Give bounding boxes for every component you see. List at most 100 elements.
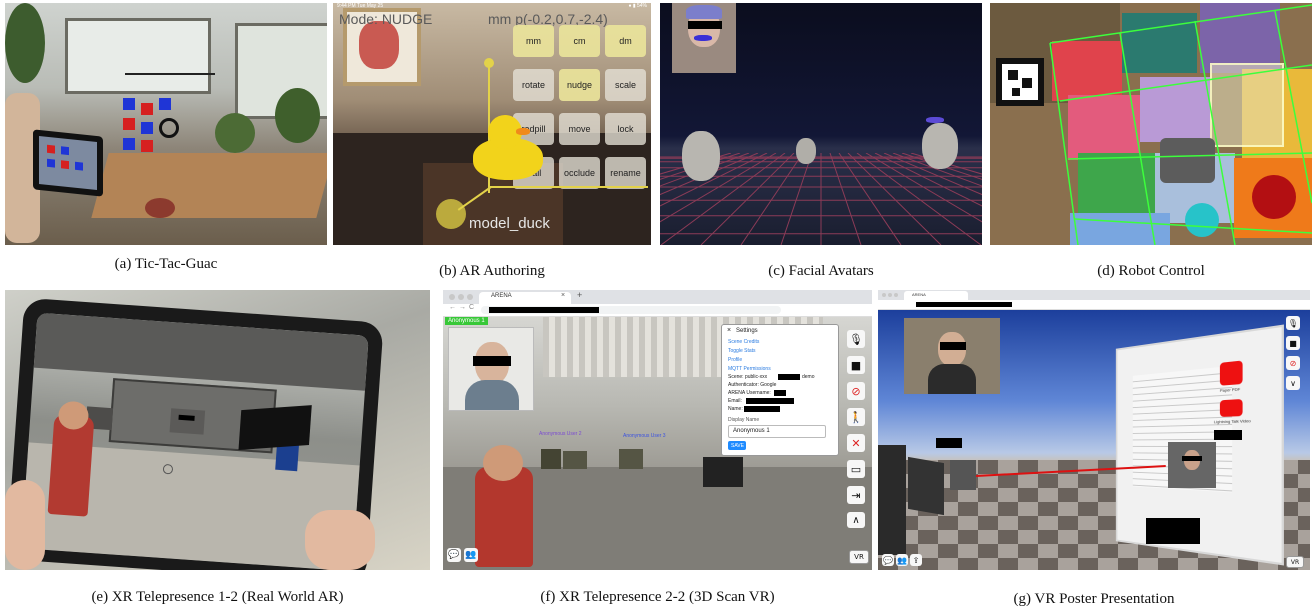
close-icon[interactable]: ×: [727, 327, 731, 334]
redacted-eyes: [688, 21, 722, 29]
screen-share-icon[interactable]: ▭: [847, 460, 865, 478]
tool-button-grid: mmcmdmmrotatenudgescalestretchredpillmov…: [513, 25, 651, 205]
email-label: Email:: [728, 398, 742, 404]
share-icon[interactable]: ⇪: [910, 554, 922, 566]
plant: [5, 3, 45, 83]
redacted-eyes: [940, 342, 966, 350]
redacted-name: [1214, 430, 1242, 440]
users-icon[interactable]: 👥: [896, 554, 908, 566]
microphone-icon[interactable]: 🎙: [847, 330, 865, 348]
redacted-email: [746, 398, 794, 404]
tool-button-mm[interactable]: mm: [513, 25, 554, 57]
scene-label: Scene: public-xxx: [728, 374, 768, 380]
remote-avatar-panel: [1168, 442, 1216, 488]
address-bar[interactable]: [481, 306, 781, 314]
tool-button-rotate[interactable]: rotate: [513, 69, 554, 101]
avatar-head-left: [682, 131, 720, 181]
browser-tab-bar: ARENA × +: [443, 290, 872, 304]
statue-figure: [475, 467, 533, 567]
chevron-down-icon[interactable]: ∨: [1286, 376, 1300, 390]
caption-c: (c) Facial Avatars: [768, 263, 874, 279]
tab-title: ARENA: [912, 292, 926, 297]
rubber-duck-beak: [516, 128, 530, 135]
avatar-off-icon[interactable]: ⊘: [1286, 356, 1300, 370]
tablet-device: [33, 129, 103, 197]
link-mqtt-permissions[interactable]: MQTT Permissions: [728, 366, 771, 372]
redacted-username: [774, 390, 786, 396]
tool-button-rename[interactable]: rename: [605, 157, 646, 189]
caption-b: (b) AR Authoring: [439, 263, 545, 279]
tool-button-nudge[interactable]: nudge: [559, 69, 600, 101]
tab-close-icon[interactable]: ×: [561, 292, 565, 299]
name-label: Name:: [728, 406, 743, 412]
camera-icon[interactable]: ■: [1286, 336, 1300, 350]
collapse-up-icon[interactable]: ∧: [847, 512, 865, 528]
poster-title: Lightning Talk Video: [1213, 417, 1251, 425]
caption-e: (e) XR Telepresence 1-2 (Real World AR): [91, 589, 344, 605]
chat-icon[interactable]: 💬: [882, 554, 894, 566]
caption-a: (a) Tic-Tac-Guac: [114, 256, 218, 272]
link-profile[interactable]: Profile: [728, 357, 742, 363]
fly-off-icon[interactable]: ✕: [847, 434, 865, 452]
tool-button-move[interactable]: move: [559, 113, 600, 145]
local-video-preview: [448, 327, 534, 411]
tool-button-lock[interactable]: lock: [605, 113, 646, 145]
vr-button[interactable]: VR: [849, 550, 869, 564]
redacted-eyes: [473, 356, 511, 366]
pdf-label: Paper PDF: [1219, 386, 1241, 394]
scene-viewport[interactable]: Paper PDF Lightning Talk Video 🎙 ■ ⊘ ∨ V…: [878, 310, 1310, 570]
pdf-icon[interactable]: [1219, 360, 1243, 386]
avatar-off-icon[interactable]: ⊘: [847, 382, 865, 400]
browser-tab[interactable]: ARENA: [904, 291, 968, 300]
tool-button-dm[interactable]: dm: [605, 25, 646, 57]
video-icon[interactable]: [1219, 398, 1243, 417]
redacted-scene: [778, 374, 800, 380]
remote-user-panel: [169, 408, 206, 435]
local-video-preview: [904, 318, 1000, 394]
display-name-input[interactable]: Anonymous 1: [728, 425, 826, 438]
ar-screen-panel: [238, 405, 312, 450]
tool-button-occlude[interactable]: occlude: [559, 157, 600, 189]
link-scene-credits[interactable]: Scene Credits: [728, 339, 759, 345]
caption-d: (d) Robot Control: [1097, 263, 1205, 279]
tool-button-scale[interactable]: scale: [605, 69, 646, 101]
microphone-icon[interactable]: 🎙: [1286, 316, 1300, 330]
scene-suffix: demo: [802, 374, 815, 380]
panel-xr-telepresence-vr: ARENA × + ← → C Anonymous 1 Anonymous Us…: [443, 290, 872, 570]
vr-button-label: VR: [854, 553, 864, 561]
save-button[interactable]: SAVE: [728, 441, 746, 450]
panel-tic-tac-guac: [5, 3, 327, 245]
walk-icon[interactable]: 🚶: [847, 408, 865, 426]
left-screen: [878, 445, 906, 555]
x-axis-gizmo[interactable]: [488, 186, 648, 188]
exit-icon[interactable]: ⇥: [847, 486, 865, 504]
plant: [275, 88, 320, 143]
virtual-game-board: [123, 98, 183, 158]
settings-panel: × Settings Scene Credits Toggle Stats Pr…: [721, 324, 839, 456]
vr-button[interactable]: VR: [1286, 556, 1304, 568]
vr-button-label: VR: [1290, 558, 1300, 566]
browser-tab[interactable]: ARENA ×: [479, 292, 571, 304]
link-toggle-stats[interactable]: Toggle Stats: [728, 348, 756, 354]
remote-user-1-label: Anonymous User 2: [539, 431, 582, 437]
forward-icon[interactable]: →: [459, 304, 466, 311]
back-icon[interactable]: ←: [449, 304, 456, 311]
tool-button-cm[interactable]: cm: [559, 25, 600, 57]
mode-readout: Mode: NUDGE: [339, 11, 432, 27]
new-tab-icon[interactable]: +: [577, 290, 582, 300]
y-axis-handle[interactable]: [484, 58, 494, 68]
reload-icon[interactable]: C: [469, 304, 474, 311]
selection-circle[interactable]: [436, 199, 466, 229]
redacted-name: [936, 438, 962, 448]
save-button-label: SAVE: [731, 443, 744, 449]
panel-vr-poster: ARENA Paper PDF Lightning Talk Video 🎙 ■…: [878, 290, 1310, 570]
caption-f: (f) XR Telepresence 2-2 (3D Scan VR): [540, 589, 775, 605]
green-grid-overlay: [1049, 4, 1312, 245]
statue-head: [483, 445, 523, 481]
camera-icon[interactable]: ■: [847, 356, 865, 374]
users-icon[interactable]: 👥: [464, 548, 478, 562]
redacted-url: [916, 302, 1012, 307]
tab-title: ARENA: [491, 293, 512, 299]
avatar-head-right: [922, 123, 958, 169]
chat-icon[interactable]: 💬: [447, 548, 461, 562]
